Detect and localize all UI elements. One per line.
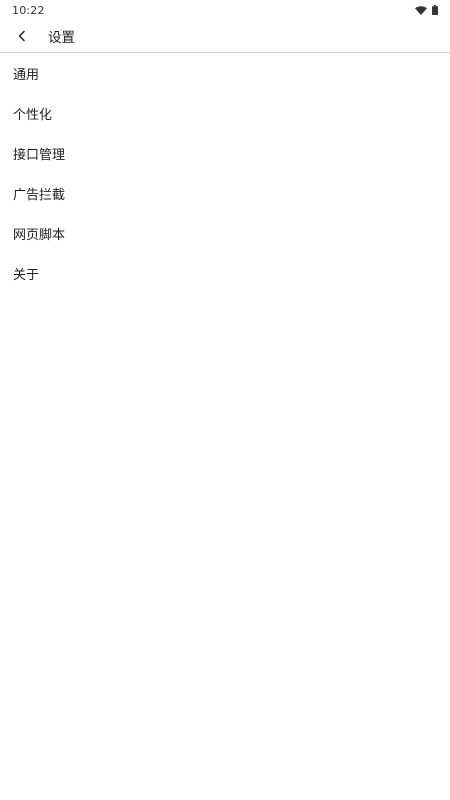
settings-item-web-scripts[interactable]: 网页脚本 <box>0 213 450 253</box>
settings-item-interface-management[interactable]: 接口管理 <box>0 133 450 173</box>
chevron-left-icon <box>17 30 27 42</box>
status-time: 10:22 <box>12 3 45 17</box>
app-bar: 设置 <box>0 20 450 53</box>
settings-list: 通用 个性化 接口管理 广告拦截 网页脚本 关于 <box>0 53 450 293</box>
settings-screen: 10:22 设置 通用 个性化 接口管理 广告拦截 网页脚本 关于 <box>0 0 450 800</box>
wifi-icon <box>415 5 427 15</box>
settings-item-label: 关于 <box>13 267 40 283</box>
status-bar: 10:22 <box>0 0 450 20</box>
settings-item-label: 网页脚本 <box>13 227 66 243</box>
status-icons <box>415 5 438 15</box>
settings-item-label: 接口管理 <box>13 147 66 163</box>
settings-item-ad-blocking[interactable]: 广告拦截 <box>0 173 450 213</box>
settings-item-label: 通用 <box>13 67 40 83</box>
settings-item-label: 广告拦截 <box>13 187 66 203</box>
battery-icon <box>432 5 438 15</box>
settings-item-about[interactable]: 关于 <box>0 253 450 293</box>
settings-item-general[interactable]: 通用 <box>0 53 450 93</box>
back-button[interactable] <box>0 20 46 53</box>
page-title: 设置 <box>48 30 75 46</box>
settings-item-label: 个性化 <box>13 107 53 123</box>
settings-item-personalization[interactable]: 个性化 <box>0 93 450 133</box>
